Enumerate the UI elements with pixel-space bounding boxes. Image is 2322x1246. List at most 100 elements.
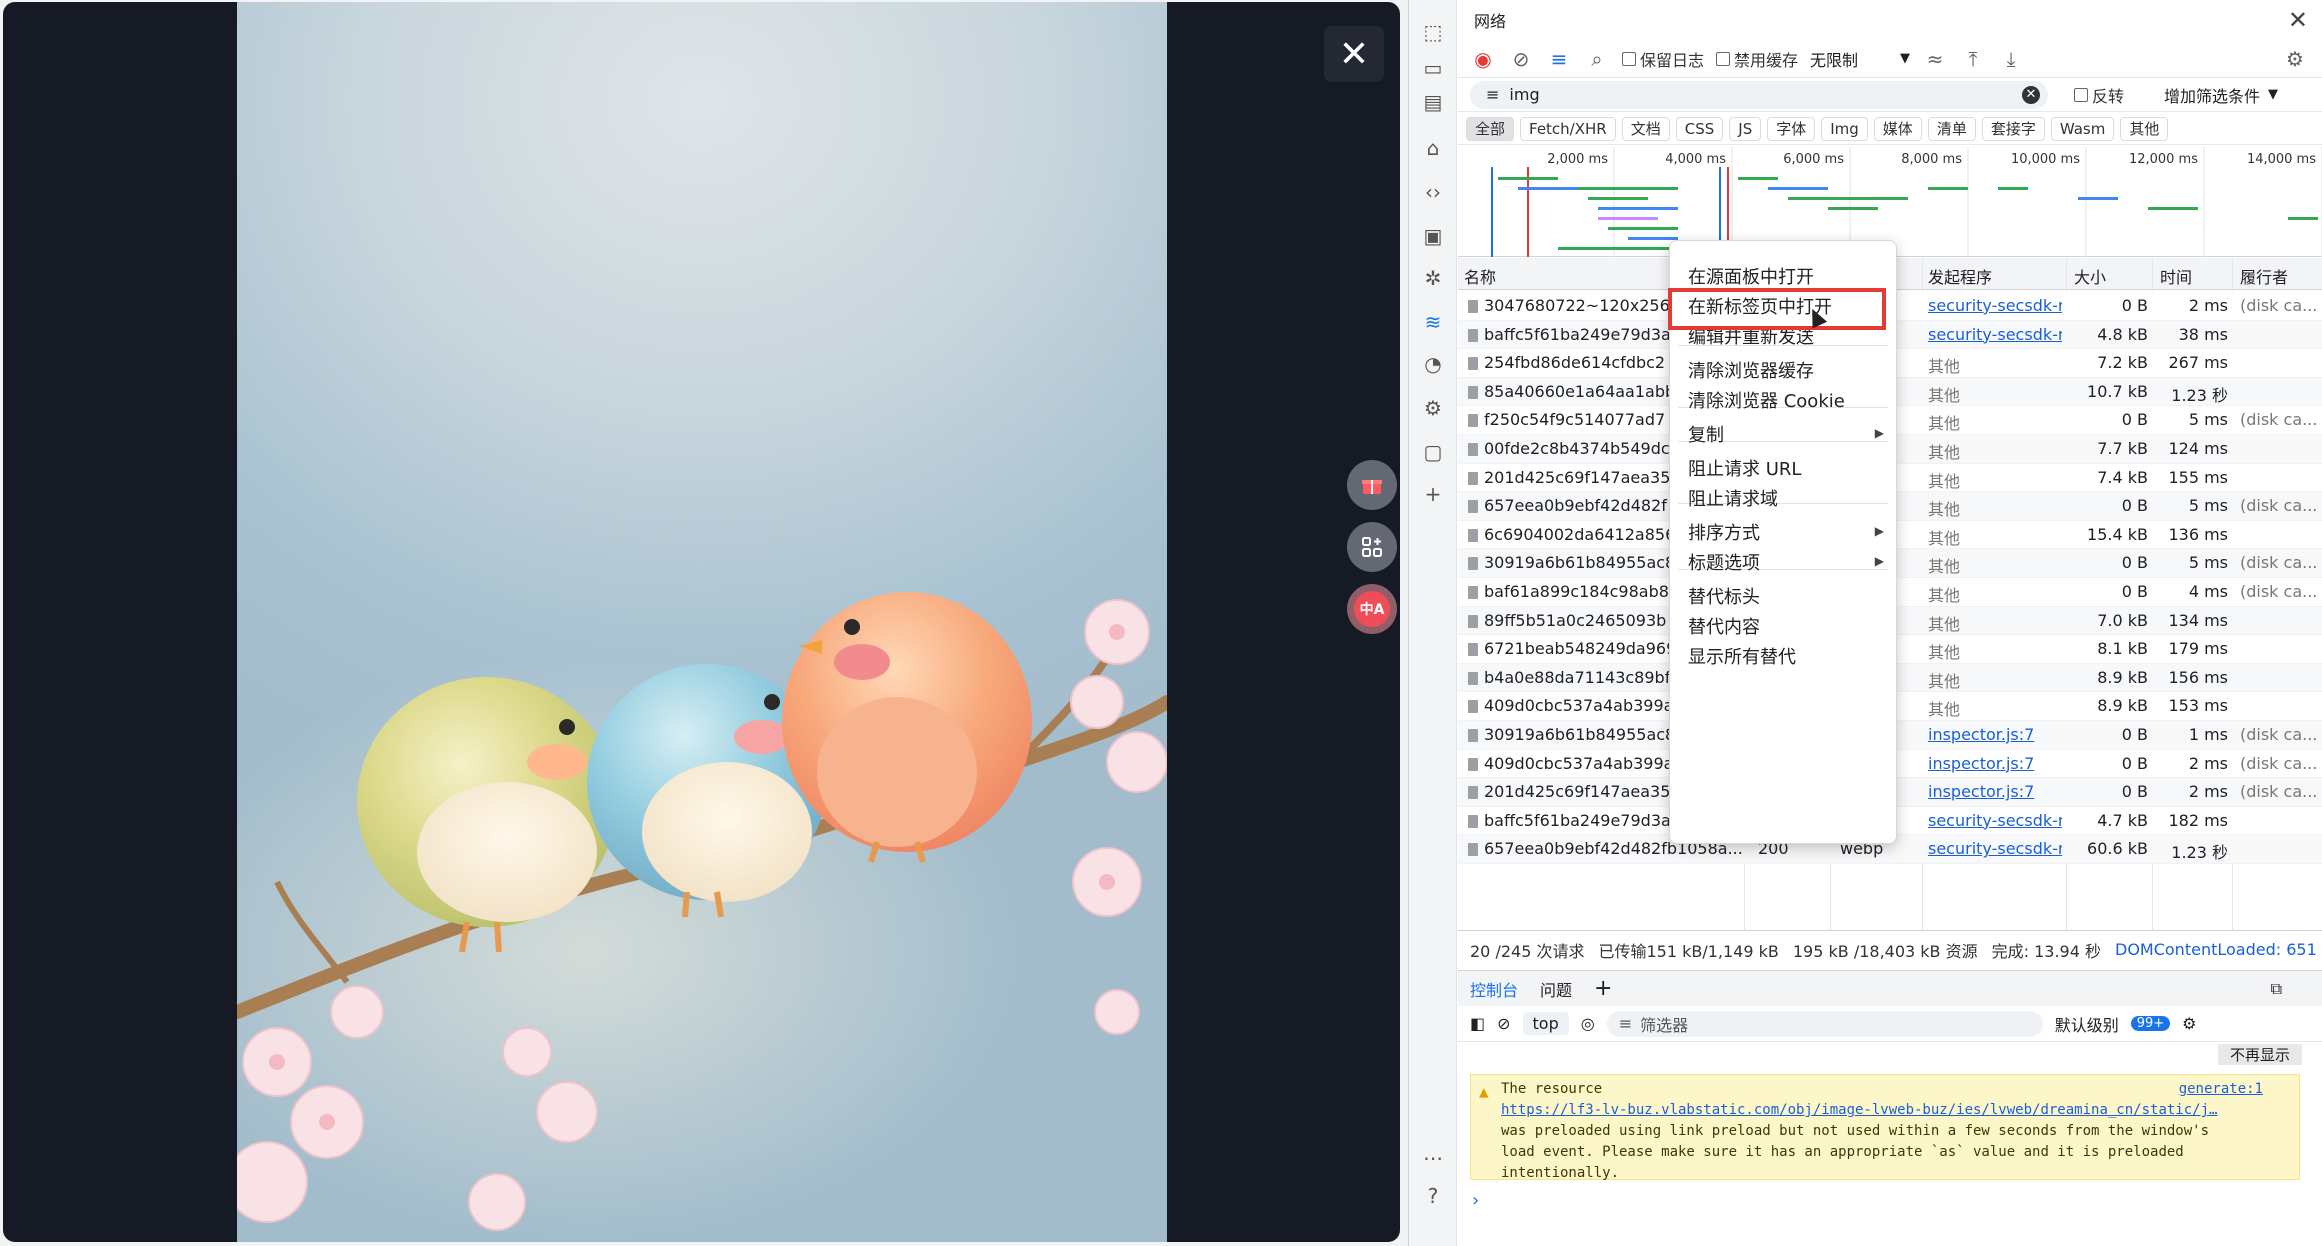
cell-time: 5 ms — [2188, 496, 2228, 516]
invert-checkbox[interactable]: 反转 — [2074, 83, 2124, 107]
type-filter-7[interactable]: 媒体 — [1873, 116, 1922, 141]
upload-icon[interactable]: ⤒ — [1960, 47, 1986, 71]
birds-illustration — [237, 592, 1167, 1231]
wifi-settings-icon[interactable]: ≈ — [1922, 47, 1948, 71]
elements-icon[interactable]: ‹› — [1421, 180, 1445, 204]
close-viewer-button[interactable]: ✕ — [1324, 26, 1384, 82]
type-filter-3[interactable]: CSS — [1675, 116, 1724, 141]
menu-item-11[interactable]: 替代内容 — [1688, 613, 1760, 639]
timeline-bar — [1598, 217, 1658, 220]
cell-initiator[interactable]: inspector.js:7 — [1928, 754, 2062, 773]
panel-titlebar: 网络 ✕ — [1458, 0, 2322, 40]
cell-time: 179 ms — [2168, 639, 2228, 659]
performance-icon[interactable]: ◔ — [1421, 352, 1445, 376]
tab-issues[interactable]: 问题 — [1540, 977, 1572, 1001]
cell-initiator[interactable]: security-secsdk-ru — [1928, 325, 2062, 344]
cell-initiator: 其他 — [1928, 385, 1961, 405]
filter-input[interactable]: ≡ img ✕ — [1470, 80, 2048, 109]
menu-item-4[interactable]: 清除浏览器 Cookie — [1688, 387, 1845, 413]
chevron-down-icon[interactable]: ▼ — [1900, 51, 1910, 66]
type-filter-6[interactable]: Img — [1821, 116, 1868, 141]
resource-type-filters: 全部 Fetch/XHR 文档 CSS JS 字体 Img 媒体 清单 套接字 Wasm 其他 — [1458, 113, 2322, 145]
search-icon[interactable]: ⌕ — [1584, 47, 1610, 71]
eye-icon[interactable]: ◎ — [1581, 1014, 1595, 1033]
menu-item-9[interactable]: 标题选项 — [1688, 549, 1760, 575]
record-icon[interactable]: ◉ — [1470, 47, 1496, 71]
type-filter-4[interactable]: JS — [1729, 116, 1762, 141]
cell-initiator[interactable]: inspector.js:7 — [1928, 782, 2062, 801]
cell-initiator[interactable]: security-secsdk-ru — [1928, 296, 2062, 315]
menu-item-5[interactable]: 复制 — [1688, 421, 1724, 447]
col-name-header[interactable]: 名称 — [1464, 264, 1496, 288]
file-icon — [1468, 328, 1478, 342]
gift-button[interactable] — [1347, 460, 1397, 510]
more-icon[interactable]: ⋯ — [1421, 1146, 1445, 1170]
menu-item-6[interactable]: 阻止请求 URL — [1688, 455, 1801, 481]
settings-icon[interactable]: ⚙ — [2282, 47, 2308, 71]
bug-icon[interactable]: ✲ — [1421, 266, 1445, 290]
dont-show-again-button[interactable]: 不再显示 — [2217, 1044, 2302, 1065]
type-filter-1[interactable]: Fetch/XHR — [1520, 116, 1616, 141]
cell-initiator[interactable]: security-secsdk-ru — [1928, 811, 2062, 830]
console-filter-input[interactable]: ≡ 筛选器 — [1606, 1010, 2043, 1037]
preserve-log-label: 保留日志 — [1640, 50, 1705, 70]
col-size-header[interactable]: 大小 — [2074, 264, 2106, 288]
warning-line-5: intentionally. — [1501, 1165, 1620, 1181]
menu-item-0[interactable]: 在源面板中打开 — [1688, 263, 1814, 289]
menu-item-8[interactable]: 排序方式 — [1688, 519, 1760, 545]
col-fulfilled-header[interactable]: 履行者 — [2240, 264, 2288, 288]
download-icon[interactable]: ⤓ — [1998, 47, 2024, 71]
log-level-select[interactable]: 默认级别 — [2055, 1012, 2119, 1036]
clear-console-icon[interactable]: ⊘ — [1497, 1014, 1510, 1033]
disable-cache-checkbox[interactable]: 禁用缓存 — [1716, 47, 1798, 71]
close-panel-icon[interactable]: ✕ — [2288, 6, 2308, 34]
help-icon[interactable]: ? — [1421, 1184, 1445, 1208]
apps-button[interactable] — [1347, 522, 1397, 572]
cell-initiator[interactable]: inspector.js:7 — [1928, 725, 2062, 744]
menu-item-10[interactable]: 替代标头 — [1688, 583, 1760, 609]
sidebar-toggle-icon[interactable]: ◧ — [1470, 1014, 1485, 1033]
tab-console[interactable]: 控制台 — [1470, 977, 1518, 1001]
warning-url[interactable]: https://lf3-lv-buz.vlabstatic.com/obj/im… — [1501, 1100, 2269, 1121]
add-tab-icon[interactable]: + — [1594, 976, 1612, 1001]
type-filter-5[interactable]: 字体 — [1767, 116, 1816, 141]
col-initiator-header[interactable]: 发起程序 — [1928, 264, 1992, 288]
type-filter-10[interactable]: Wasm — [2050, 116, 2115, 141]
translate-button[interactable]: 中A — [1347, 584, 1397, 634]
settings-cog-icon[interactable]: ⚙ — [1421, 396, 1445, 420]
type-filter-9[interactable]: 套接字 — [1981, 116, 2045, 141]
more-filters-button[interactable]: 增加筛选条件 — [2164, 83, 2260, 107]
device-icon[interactable]: ▭ — [1421, 56, 1445, 80]
cell-initiator[interactable]: security-secsdk-ru — [1928, 839, 2062, 858]
type-filter-2[interactable]: 文档 — [1621, 116, 1670, 141]
console-settings-icon[interactable]: ⚙ — [2182, 1014, 2196, 1033]
warning-source-link[interactable]: generate:1 — [2179, 1079, 2263, 1100]
highlight-box — [1668, 288, 1886, 330]
cell-time: 267 ms — [2168, 353, 2228, 373]
type-filter-8[interactable]: 清单 — [1927, 116, 1976, 141]
dock-icon[interactable]: ⧉ — [2271, 979, 2282, 999]
menu-item-3[interactable]: 清除浏览器缓存 — [1688, 357, 1814, 383]
col-time-header[interactable]: 时间 — [2160, 264, 2192, 288]
tick-label: 10,000 ms — [2011, 152, 2080, 167]
console-prompt-icon[interactable]: › — [1472, 1190, 1479, 1211]
preserve-log-checkbox[interactable]: 保留日志 — [1622, 47, 1704, 71]
menu-item-12[interactable]: 显示所有替代 — [1688, 643, 1796, 669]
clear-icon[interactable]: ⊘ — [1508, 47, 1534, 71]
filter-toggle-icon[interactable]: ≡ — [1546, 47, 1572, 71]
clear-filter-icon[interactable]: ✕ — [2022, 85, 2040, 104]
window-icon[interactable]: ▤ — [1421, 90, 1445, 114]
type-filter-11[interactable]: 其他 — [2120, 116, 2169, 141]
menu-item-7[interactable]: 阻止请求域 — [1688, 485, 1778, 511]
throttle-select[interactable]: 无限制 — [1810, 47, 1858, 71]
console-icon[interactable]: ▣ — [1421, 224, 1445, 248]
inspect-icon[interactable]: ⬚ — [1421, 20, 1445, 44]
home-icon[interactable]: ⌂ — [1421, 136, 1445, 160]
file-icon — [1468, 557, 1478, 571]
add-icon[interactable]: + — [1421, 482, 1445, 506]
application-icon[interactable]: ▢ — [1421, 440, 1445, 464]
context-select[interactable]: top — [1522, 1012, 1569, 1035]
network-icon[interactable]: ≋ — [1421, 310, 1445, 334]
type-filter-0[interactable]: 全部 — [1466, 116, 1515, 141]
cell-size: 0 B — [2121, 724, 2148, 744]
